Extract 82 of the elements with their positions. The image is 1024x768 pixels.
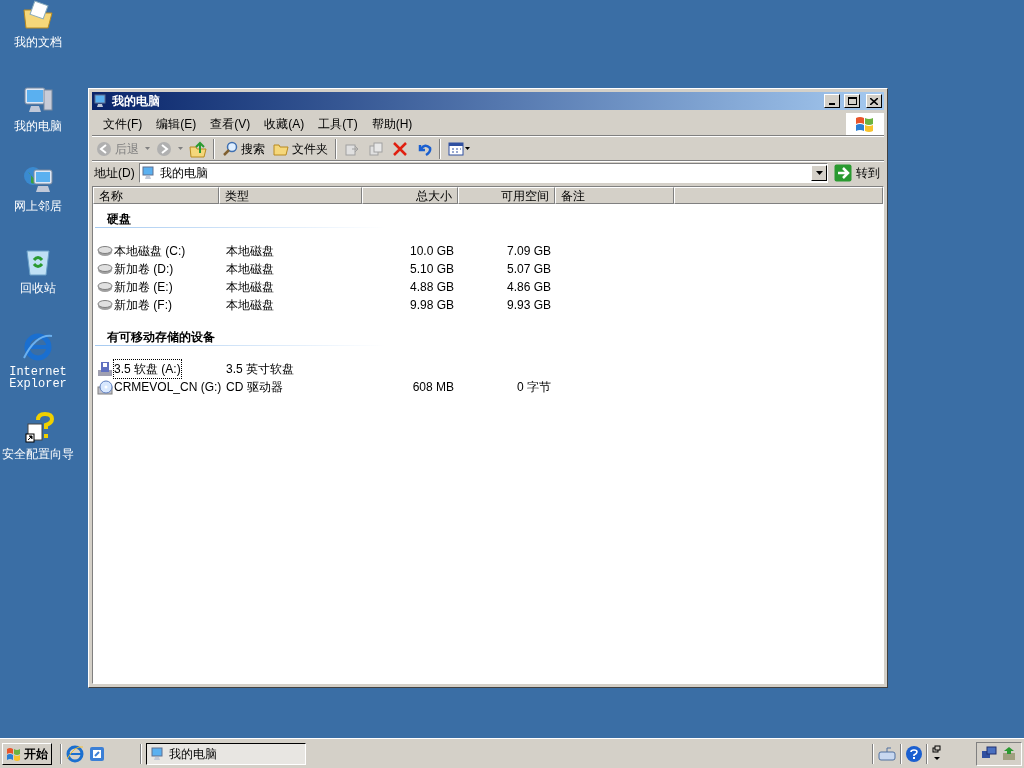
table-cell: 9.93 GB bbox=[506, 298, 551, 312]
menu-item[interactable]: 编辑(E) bbox=[149, 112, 204, 135]
drive-name[interactable]: 3.5 软盘 (A:) bbox=[114, 360, 181, 378]
keyboard-icon[interactable] bbox=[878, 746, 896, 761]
address-label: 地址(D) bbox=[94, 165, 135, 182]
drive-name[interactable]: CRMEVOL_CN (G:) bbox=[114, 378, 222, 396]
cd-drive-icon bbox=[97, 379, 113, 395]
windows-logo-icon bbox=[6, 746, 22, 761]
desktop-icon-label[interactable]: Internet Explorer bbox=[0, 366, 76, 390]
restore-menu-icon[interactable] bbox=[932, 744, 942, 763]
folder-icon[interactable] bbox=[22, 0, 54, 32]
start-button[interactable]: 开始 bbox=[2, 742, 52, 765]
desktop-icon-label[interactable]: 我的文档 bbox=[0, 36, 76, 48]
help-icon[interactable] bbox=[906, 745, 922, 762]
desktop-icon-label[interactable]: 回收站 bbox=[0, 282, 76, 294]
folders-button[interactable]: 文件夹 bbox=[270, 139, 331, 158]
table-cell: 本地磁盘 bbox=[226, 280, 274, 294]
column-header[interactable]: 可用空间 bbox=[458, 187, 555, 204]
table-cell: 本地磁盘 bbox=[226, 244, 274, 258]
menu-item[interactable]: 帮助(H) bbox=[364, 112, 420, 135]
close-icon bbox=[870, 97, 878, 105]
desktop-icon-label[interactable]: 网上邻居 bbox=[0, 200, 76, 212]
views-button[interactable] bbox=[445, 141, 473, 156]
table-cell: 4.88 GB bbox=[409, 280, 454, 294]
hard-drive-icon bbox=[97, 299, 113, 311]
drive-name[interactable]: 新加卷 (D:) bbox=[114, 260, 174, 278]
dropdown-arrow-icon[interactable] bbox=[176, 147, 185, 150]
table-cell: 4.86 GB bbox=[506, 280, 551, 294]
help-document-icon[interactable] bbox=[22, 412, 54, 444]
folder-icon bbox=[273, 141, 289, 156]
dropdown-arrow-icon[interactable] bbox=[143, 147, 152, 150]
computer-icon bbox=[94, 94, 108, 108]
dropdown-button[interactable] bbox=[811, 165, 827, 181]
computer-icon bbox=[141, 166, 156, 180]
column-header[interactable]: 总大小 bbox=[362, 187, 458, 204]
table-cell: 0 字节 bbox=[517, 380, 551, 394]
drive-name[interactable]: 本地磁盘 (C:) bbox=[114, 242, 186, 260]
ie-icon[interactable] bbox=[66, 744, 84, 763]
table-cell: 10.0 GB bbox=[409, 244, 454, 258]
close-button[interactable] bbox=[866, 94, 882, 108]
menu-item[interactable]: 文件(F) bbox=[96, 112, 150, 135]
menu-item[interactable]: 查看(V) bbox=[203, 112, 258, 135]
search-button[interactable]: 搜索 bbox=[219, 139, 268, 158]
dropdown-arrow-icon bbox=[815, 171, 823, 175]
taskbar-button[interactable]: 我的电脑 bbox=[146, 742, 306, 765]
menu-item[interactable]: 收藏(A) bbox=[257, 112, 312, 135]
drive-name[interactable]: 新加卷 (F:) bbox=[114, 296, 172, 314]
table-cell: 3.5 英寸软盘 bbox=[226, 362, 294, 376]
hard-drive-icon bbox=[97, 245, 113, 257]
view-grid-icon bbox=[448, 141, 464, 156]
table-cell: 5.07 GB bbox=[506, 262, 551, 276]
window-title: 我的电脑 bbox=[112, 93, 161, 110]
address-field[interactable]: 我的电脑 bbox=[138, 163, 828, 183]
go-button[interactable]: 转到 bbox=[832, 163, 882, 183]
drive-name[interactable]: 新加卷 (E:) bbox=[114, 278, 173, 296]
minimize-button[interactable] bbox=[824, 94, 840, 108]
menu-item[interactable]: 工具(T) bbox=[311, 112, 365, 135]
forward-button[interactable] bbox=[154, 140, 174, 157]
go-arrow-icon bbox=[834, 164, 852, 182]
table-cell: 本地磁盘 bbox=[226, 298, 274, 312]
column-header[interactable]: 名称 bbox=[93, 187, 219, 204]
maximize-button[interactable] bbox=[844, 94, 860, 108]
dropdown-arrow-icon bbox=[465, 147, 470, 150]
column-header[interactable]: 类型 bbox=[219, 187, 362, 204]
table-cell: 9.98 GB bbox=[409, 298, 454, 312]
up-folder-icon[interactable] bbox=[187, 139, 209, 158]
table-cell: 608 MB bbox=[412, 380, 454, 394]
desktop-icon-label[interactable]: 安全配置向导 bbox=[0, 448, 76, 460]
floppy-drive-icon bbox=[97, 361, 113, 377]
hard-drive-icon bbox=[97, 281, 113, 293]
desktop-icon-label[interactable]: 我的电脑 bbox=[0, 120, 76, 132]
table-cell: 5.10 GB bbox=[409, 262, 454, 276]
computer-icon bbox=[151, 746, 165, 761]
group-header: 有可移动存储的设备 bbox=[106, 330, 216, 344]
hard-drive-icon bbox=[97, 263, 113, 275]
group-header: 硬盘 bbox=[106, 212, 132, 226]
search-icon bbox=[222, 140, 238, 157]
column-header[interactable]: 备注 bbox=[555, 187, 674, 204]
table-cell: 本地磁盘 bbox=[226, 262, 274, 276]
table-cell: CD 驱动器 bbox=[226, 380, 283, 394]
table-cell: 7.09 GB bbox=[506, 244, 551, 258]
desktop-shortcut-icon[interactable] bbox=[88, 744, 106, 763]
